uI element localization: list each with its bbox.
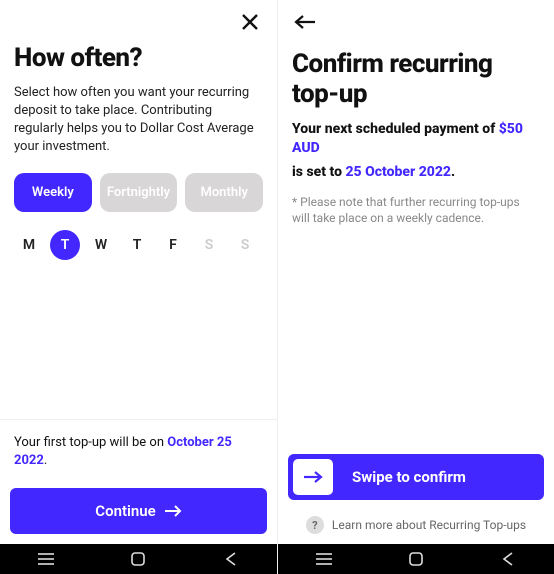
frequency-fortnightly[interactable]: Fortnightly bbox=[100, 173, 178, 212]
screen-confirm-topup: Confirm recurring top-up Your next sched… bbox=[277, 0, 554, 574]
cadence-note: * Please note that further recurring top… bbox=[278, 194, 554, 228]
day-selector: M T W T F S S bbox=[0, 230, 277, 260]
day-sunday: S bbox=[230, 230, 260, 260]
nav-home[interactable] bbox=[118, 549, 158, 569]
day-friday[interactable]: F bbox=[158, 230, 188, 260]
back-arrow-icon bbox=[294, 15, 316, 29]
arrow-right-icon bbox=[164, 505, 182, 517]
frequency-monthly[interactable]: Monthly bbox=[185, 173, 263, 212]
swipe-label: Swipe to confirm bbox=[338, 468, 544, 486]
nav-home[interactable] bbox=[396, 549, 436, 569]
close-icon bbox=[240, 12, 260, 32]
continue-label: Continue bbox=[95, 502, 155, 520]
learn-more-label: Learn more about Recurring Top-ups bbox=[332, 518, 526, 532]
day-tuesday[interactable]: T bbox=[50, 230, 80, 260]
question-icon: ? bbox=[306, 516, 324, 534]
day-thursday[interactable]: T bbox=[122, 230, 152, 260]
next-payment-prefix: Your next scheduled payment of bbox=[292, 121, 499, 137]
first-topup-note: Your first top-up will be on October 25 … bbox=[0, 419, 277, 488]
day-saturday: S bbox=[194, 230, 224, 260]
android-navbar bbox=[0, 544, 277, 574]
android-navbar bbox=[278, 544, 554, 574]
back-button[interactable] bbox=[292, 9, 318, 35]
nav-back[interactable] bbox=[211, 549, 251, 569]
set-date-prefix: is set to bbox=[292, 164, 345, 180]
nav-back[interactable] bbox=[488, 549, 528, 569]
set-date-value: 25 October 2022 bbox=[345, 164, 451, 180]
topbar bbox=[278, 0, 554, 44]
frequency-weekly[interactable]: Weekly bbox=[14, 173, 92, 212]
swipe-confirm-button[interactable]: Swipe to confirm bbox=[288, 454, 544, 500]
screen-how-often: How often? Select how often you want you… bbox=[0, 0, 277, 574]
close-button[interactable] bbox=[237, 9, 263, 35]
first-topup-suffix: . bbox=[44, 453, 47, 468]
continue-button[interactable]: Continue bbox=[10, 488, 267, 534]
day-monday[interactable]: M bbox=[14, 230, 44, 260]
learn-more-link[interactable]: ? Learn more about Recurring Top-ups bbox=[278, 510, 554, 544]
swipe-thumb[interactable] bbox=[293, 459, 333, 495]
nav-recent[interactable] bbox=[304, 549, 344, 569]
set-date-line: is set to 25 October 2022. bbox=[278, 162, 554, 194]
frequency-selector: Weekly Fortnightly Monthly bbox=[0, 173, 277, 230]
next-payment-line: Your next scheduled payment of $50 AUD bbox=[278, 120, 554, 162]
set-date-suffix: . bbox=[451, 164, 455, 180]
topbar bbox=[0, 0, 277, 44]
first-topup-prefix: Your first top-up will be on bbox=[14, 435, 167, 450]
page-title: How often? bbox=[0, 44, 277, 84]
day-wednesday[interactable]: W bbox=[86, 230, 116, 260]
nav-recent[interactable] bbox=[26, 549, 66, 569]
page-description: Select how often you want your recurring… bbox=[0, 84, 277, 173]
arrow-right-icon bbox=[303, 471, 323, 483]
page-title: Confirm recurring top-up bbox=[278, 44, 554, 120]
